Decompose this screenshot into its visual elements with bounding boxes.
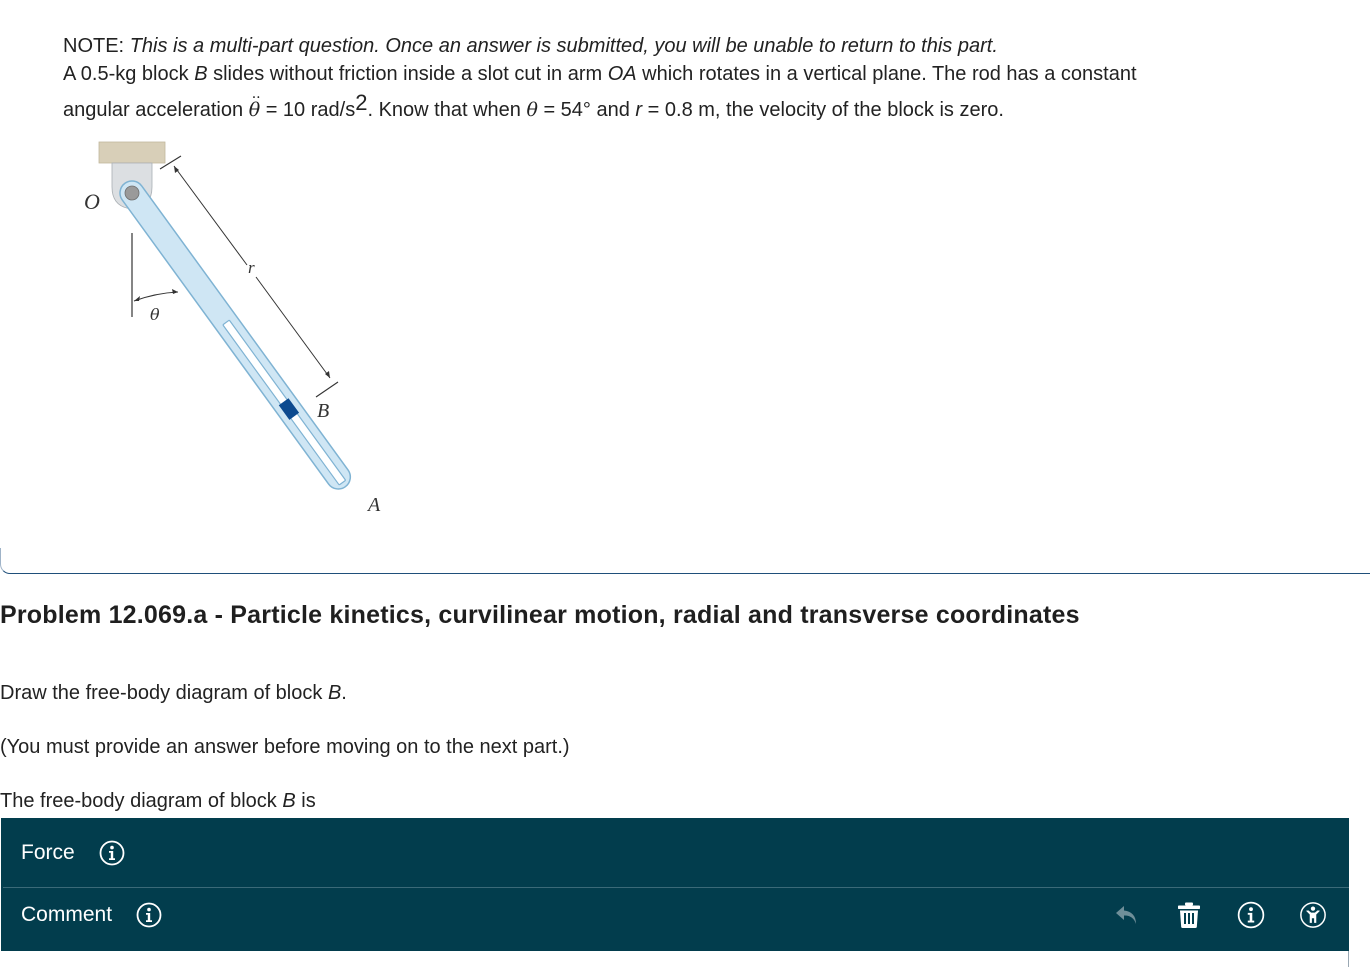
statement-text: which rotates in a vertical plane. The r… bbox=[636, 63, 1137, 85]
accessibility-button[interactable] bbox=[1299, 901, 1327, 929]
r-dimension-tick-bottom bbox=[315, 381, 339, 398]
arm-OA bbox=[119, 180, 352, 490]
undo-arrow-icon bbox=[1116, 906, 1136, 924]
note-text: This is a multi-part question. Once an a… bbox=[129, 35, 998, 57]
instruction-text: Draw the free-body diagram of block B. bbox=[0, 682, 347, 705]
statement-text: angular acceleration bbox=[63, 99, 249, 121]
problem-statement: NOTE: This is a multi-part question. Onc… bbox=[63, 32, 1353, 124]
problem-title: Problem 12.069.a - Particle kinetics, cu… bbox=[0, 601, 1080, 629]
block-symbol: B bbox=[327, 682, 342, 704]
info-icon[interactable] bbox=[99, 840, 125, 866]
info-icon[interactable] bbox=[136, 902, 162, 928]
exponent: 2 bbox=[355, 90, 368, 115]
arm-symbol: OA bbox=[607, 63, 637, 85]
note-line: NOTE: This is a multi-part question. Onc… bbox=[63, 32, 1353, 60]
info-button[interactable] bbox=[1237, 901, 1265, 929]
prompt-part: is bbox=[295, 790, 316, 812]
instruction-part: Draw the free-body diagram of block bbox=[0, 682, 328, 704]
ceiling-support bbox=[98, 141, 166, 164]
instruction-part: . bbox=[341, 682, 347, 704]
statement-text: . Know that when bbox=[367, 99, 527, 121]
label-B: B bbox=[317, 400, 329, 422]
statement-line-3: angular acceleration θ = 10 rad/s2. Know… bbox=[63, 80, 1353, 124]
theta-arc bbox=[133, 291, 179, 302]
panel-edge-line bbox=[1348, 951, 1349, 967]
force-row[interactable]: Force bbox=[1, 822, 1349, 884]
trash-icon bbox=[1178, 902, 1200, 928]
comment-tool-label[interactable]: Comment bbox=[21, 903, 112, 927]
theta-double-dot-symbol: θ bbox=[249, 80, 261, 124]
slotted-arm-figure: O r θ B A bbox=[84, 141, 381, 516]
statement-text: = 0.8 m, the velocity of the block is ze… bbox=[642, 99, 1004, 121]
fbd-tool-panel: Force Comment bbox=[1, 818, 1349, 951]
prompt-part: The free-body diagram of block bbox=[0, 790, 283, 812]
info-icon bbox=[1237, 901, 1265, 929]
statement-text: = 10 rad/s bbox=[260, 99, 356, 121]
statement-text: slides without friction inside a slot cu… bbox=[207, 63, 608, 85]
comment-row[interactable]: Comment bbox=[1, 884, 1349, 946]
force-tool-label[interactable]: Force bbox=[21, 841, 75, 865]
block-symbol: B bbox=[282, 790, 296, 812]
diagram-toolbar bbox=[1079, 884, 1327, 946]
question-card-border bbox=[0, 548, 1370, 574]
label-A: A bbox=[366, 494, 381, 516]
fbd-prompt: The free-body diagram of block B is bbox=[0, 790, 316, 813]
page: NOTE: This is a multi-part question. Onc… bbox=[0, 0, 1370, 967]
undo-button[interactable] bbox=[1113, 901, 1141, 929]
theta-symbol: θ bbox=[526, 99, 538, 121]
must-answer-note: (You must provide an answer before movin… bbox=[0, 736, 570, 758]
delete-button[interactable] bbox=[1175, 901, 1203, 929]
label-O: O bbox=[84, 189, 100, 214]
accessibility-icon bbox=[1300, 902, 1326, 928]
label-r: r bbox=[248, 258, 255, 277]
pin-O bbox=[124, 185, 140, 201]
label-theta: θ bbox=[150, 305, 160, 324]
statement-text: = 54° and bbox=[537, 99, 636, 121]
block-symbol: B bbox=[194, 63, 208, 85]
statement-text: A 0.5-kg block bbox=[63, 63, 195, 85]
note-label: NOTE: bbox=[63, 35, 125, 57]
